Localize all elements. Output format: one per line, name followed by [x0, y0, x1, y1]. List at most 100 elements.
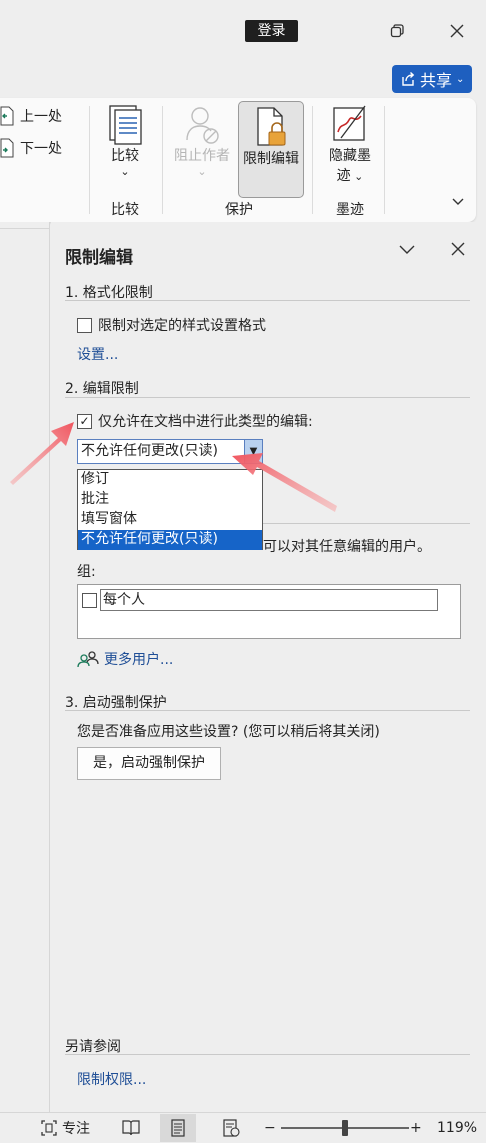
checkbox-box[interactable]: [77, 317, 92, 333]
option-comments[interactable]: 批注: [78, 490, 262, 510]
chevron-down-icon: ⌄: [456, 73, 465, 85]
hide-ink-label: 隐藏墨: [329, 148, 371, 164]
zoom-level[interactable]: 119%: [437, 1118, 477, 1138]
pane-options-button[interactable]: [398, 240, 416, 261]
ribbon-separator: [384, 106, 385, 214]
editing-type-value: 不允许任何更改(只读): [81, 443, 218, 459]
chevron-down-icon: ⌄: [350, 170, 364, 183]
chevron-down-icon: [399, 245, 415, 254]
page-icon: [171, 1119, 185, 1137]
previous-icon: [0, 106, 14, 126]
compare-button[interactable]: 比较 ⌄: [100, 102, 150, 178]
more-users-link[interactable]: 更多用户...: [77, 649, 173, 669]
close-icon: [451, 242, 465, 256]
section1-heading: 1. 格式化限制: [65, 285, 153, 301]
next-change-button[interactable]: 下一处: [0, 138, 62, 158]
start-enforcing-button[interactable]: 是，启动强制保护: [77, 747, 221, 780]
zoom-level-value: 119%: [437, 1120, 478, 1136]
section-divider: [65, 1054, 470, 1055]
dropdown-arrow-icon[interactable]: ▼: [244, 440, 262, 463]
compare-group-label: 比较: [111, 202, 139, 218]
editing-restriction-label: 仅允许在文档中进行此类型的编辑:: [98, 414, 313, 430]
restrict-permission-link[interactable]: 限制权限...: [77, 1069, 146, 1089]
block-authors-icon: [186, 107, 219, 144]
block-authors-label: 阻止作者: [174, 148, 230, 164]
pane-title: 限制编辑: [65, 248, 133, 268]
hide-ink-label-2: 迹: [336, 168, 351, 184]
groups-label: 组:: [77, 564, 96, 580]
editing-restriction-checkbox[interactable]: ✓ 仅允许在文档中进行此类型的编辑:: [77, 411, 313, 431]
chevron-down-icon: ⌄: [197, 165, 207, 178]
collapse-ribbon-button[interactable]: [451, 196, 465, 211]
focus-label: 专注: [62, 1121, 90, 1137]
share-icon: [402, 71, 415, 86]
section-divider: [65, 710, 470, 711]
read-mode-button[interactable]: [121, 1118, 141, 1138]
compare-label: 比较: [111, 148, 139, 164]
book-icon: [122, 1120, 140, 1136]
users-icon: [77, 651, 99, 668]
web-layout-button[interactable]: [222, 1118, 240, 1138]
restrict-editing-button[interactable]: 限制编辑: [238, 101, 304, 198]
minus-icon: −: [264, 1120, 276, 1136]
section2-heading: 2. 编辑限制: [65, 381, 139, 397]
checkbox-box[interactable]: [82, 592, 97, 608]
previous-label: 上一处: [20, 109, 62, 125]
block-authors-button[interactable]: 阻止作者 ⌄: [170, 102, 234, 178]
next-label: 下一处: [20, 141, 62, 157]
more-users-label: 更多用户...: [104, 652, 174, 668]
restore-window-button[interactable]: [383, 18, 411, 44]
hide-ink-label-line2: 迹 ⌄: [322, 166, 378, 187]
ribbon-separator: [89, 106, 90, 214]
section-divider: [65, 397, 470, 398]
section-divider: [65, 300, 470, 301]
ribbon-separator: [312, 106, 313, 214]
ribbon: 上一处 下一处 比较 ⌄ 比较 阻止作者 ⌄ 限制编辑 保护 隐藏墨 迹 ⌄ 墨…: [0, 98, 476, 222]
option-track-changes[interactable]: 修订: [78, 470, 262, 490]
compare-icon: [109, 105, 142, 145]
previous-change-button[interactable]: 上一处: [0, 106, 62, 126]
option-filling-forms[interactable]: 填写窗体: [78, 510, 262, 530]
chevron-down-icon: ⌄: [120, 165, 130, 178]
zoom-out-button[interactable]: −: [264, 1118, 276, 1138]
format-restriction-checkbox[interactable]: 限制对选定的样式设置格式: [77, 315, 266, 335]
hide-ink-button[interactable]: 隐藏墨 迹 ⌄: [322, 102, 378, 187]
focus-mode-button[interactable]: 专注: [40, 1118, 90, 1138]
restore-icon: [390, 24, 404, 38]
exceptions-text: 可以对其任意编辑的用户。: [263, 539, 431, 555]
groups-list: 每个人: [77, 584, 461, 639]
print-layout-button[interactable]: [160, 1114, 196, 1142]
protect-group-label: 保护: [225, 202, 253, 218]
lock-document-icon: [257, 107, 286, 146]
pane-close-button[interactable]: [451, 240, 465, 261]
restrict-editing-label: 限制编辑: [243, 151, 299, 167]
share-label: 共享: [420, 71, 453, 90]
checkmark-icon[interactable]: ✓: [77, 413, 92, 429]
close-window-button[interactable]: [443, 18, 471, 44]
plus-icon: +: [410, 1120, 422, 1136]
enforce-prompt: 您是否准备应用这些设置? (您可以稍后将其关闭): [77, 724, 380, 740]
editing-type-dropdown[interactable]: 不允许任何更改(只读) ▼: [77, 439, 263, 464]
document-area[interactable]: [0, 222, 50, 1112]
group-everyone-row[interactable]: 每个人: [82, 589, 438, 611]
ink-group-label: 墨迹: [336, 202, 364, 218]
close-icon: [450, 24, 464, 38]
title-bar: 登录: [0, 0, 486, 62]
zoom-slider-thumb[interactable]: [342, 1120, 348, 1136]
restrict-editing-pane: 限制编辑 1. 格式化限制 限制对选定的样式设置格式 设置... 2. 编辑限制…: [51, 222, 486, 1112]
group-name: 每个人: [100, 589, 438, 611]
option-no-changes[interactable]: 不允许任何更改(只读): [78, 530, 262, 550]
see-also-heading: 另请参阅: [65, 1039, 121, 1055]
editing-type-options: 修订 批注 填写窗体 不允许任何更改(只读): [77, 469, 263, 550]
settings-link[interactable]: 设置...: [77, 344, 118, 364]
next-icon: [0, 138, 14, 158]
login-button[interactable]: 登录: [245, 20, 298, 42]
share-button[interactable]: 共享 ⌄: [392, 65, 472, 93]
ribbon-separator: [162, 106, 163, 214]
chevron-down-icon: [452, 198, 464, 205]
status-bar: 专注 − + 119%: [0, 1112, 486, 1143]
focus-icon: [41, 1120, 57, 1136]
format-restriction-label: 限制对选定的样式设置格式: [98, 318, 266, 334]
zoom-in-button[interactable]: +: [410, 1118, 422, 1138]
section3-heading: 3. 启动强制保护: [65, 695, 167, 711]
